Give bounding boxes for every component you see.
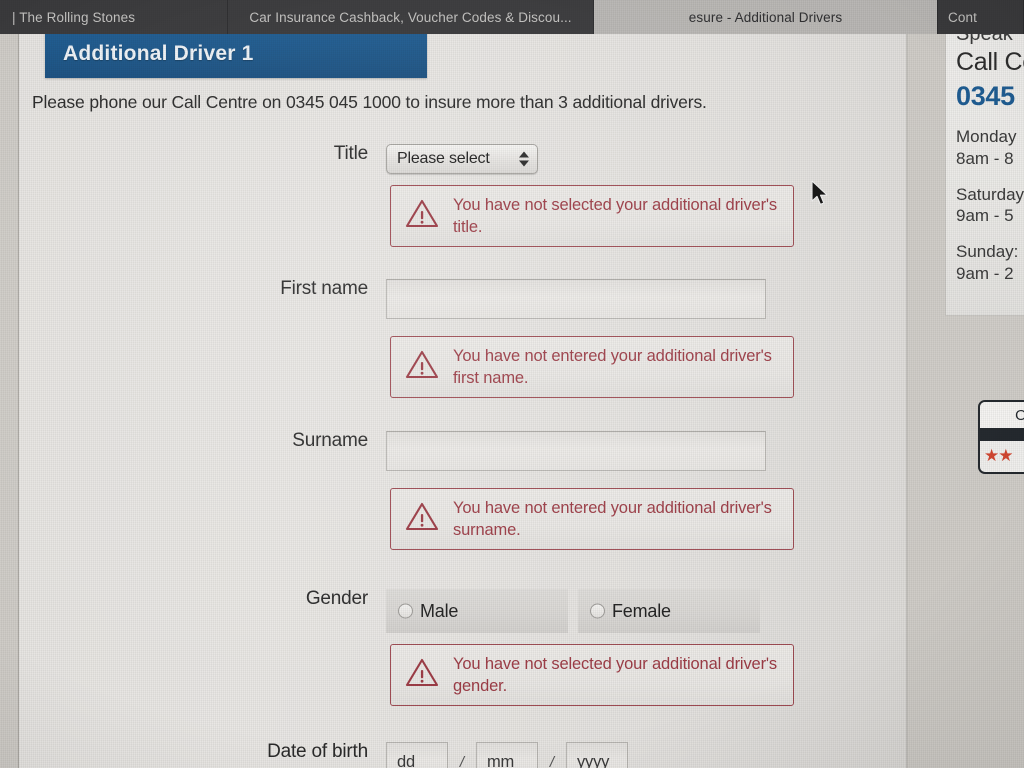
section-banner: Additional Driver 1 <box>45 30 427 78</box>
browser-tab-esure-additional-drivers[interactable]: esure - Additional Drivers <box>594 0 938 34</box>
gender-option-female[interactable]: Female <box>578 589 760 633</box>
sidebar-hours-saturday-times: 9am - 5 <box>956 206 1014 226</box>
radio-button-icon[interactable] <box>398 603 413 619</box>
review-badge-bar <box>980 428 1024 441</box>
sidebar-hours-sunday-days: Sunday: <box>956 242 1019 261</box>
browser-tab-label: Cont <box>948 9 977 25</box>
field-row-date-of-birth: Date of birth dd / mm / yyyy <box>0 742 888 768</box>
review-badge-logo: O <box>980 402 1024 428</box>
browser-tab-rolling-stones[interactable]: | The Rolling Stones <box>0 0 228 34</box>
date-of-birth-inputs: dd / mm / yyyy <box>386 742 888 768</box>
gender-options: Male Female <box>386 589 888 633</box>
call-centre-notice: Please phone our Call Centre on 0345 045… <box>32 92 707 112</box>
call-centre-sidebar: Speak Call Ce 0345 Monday 8am - 8 Saturd… <box>945 24 1024 316</box>
sidebar-hours-saturday-days: Saturday <box>956 184 1024 204</box>
error-gender: You have not selected your additional dr… <box>390 644 794 707</box>
surname-control <box>386 431 888 471</box>
sidebar-hours-weekday: Monday 8am - 8 <box>956 126 1024 170</box>
error-title: You have not selected your additional dr… <box>390 185 794 248</box>
error-surname-text: You have not entered your additional dri… <box>453 499 772 540</box>
sidebar-phone-number[interactable]: 0345 <box>956 81 1024 112</box>
browser-tab-label: | The Rolling Stones <box>12 9 136 25</box>
browser-tab-label: esure - Additional Drivers <box>688 9 843 25</box>
warning-triangle-icon <box>405 657 439 693</box>
first-name-label: First name <box>280 278 368 299</box>
warning-triangle-icon <box>405 349 439 385</box>
title-select-value: Please select <box>397 150 490 167</box>
review-badge-stars: ★★ <box>984 446 1013 465</box>
gender-option-male-label: Male <box>420 600 459 621</box>
date-separator-2: / <box>549 753 555 768</box>
date-separator-1: / <box>459 753 465 768</box>
browser-tab-label: Car Insurance Cashback, Voucher Codes & … <box>249 9 572 25</box>
browser-tab-strip: | The Rolling Stones Car Insurance Cashb… <box>0 0 1024 34</box>
date-of-birth-month-placeholder: mm <box>487 752 515 768</box>
date-of-birth-month-input[interactable]: mm <box>476 742 538 768</box>
date-of-birth-label: Date of birth <box>267 741 368 762</box>
page-title: Additional Driver 1 <box>63 42 254 65</box>
title-select[interactable]: Please select <box>386 144 538 174</box>
sidebar-hours-saturday: Saturday 9am - 5 <box>956 184 1024 228</box>
stepper-arrows-icon <box>519 151 529 167</box>
gender-option-male[interactable]: Male <box>386 589 568 633</box>
sidebar-call-centre-heading: Call Ce <box>956 48 1024 76</box>
monitor-screenshot: | The Rolling Stones Car Insurance Cashb… <box>0 0 1024 768</box>
error-surname: You have not entered your additional dri… <box>390 488 794 551</box>
sidebar-hours-weekday-days: Monday <box>956 127 1017 146</box>
browser-tab-contact[interactable]: Cont <box>938 0 1024 34</box>
error-first-name: You have not entered your additional dri… <box>390 336 794 399</box>
sidebar-hours-weekday-times: 8am - 8 <box>956 148 1014 168</box>
surname-input[interactable] <box>386 431 766 471</box>
browser-tab-car-insurance-cashback[interactable]: Car Insurance Cashback, Voucher Codes & … <box>228 0 594 34</box>
title-label: Title <box>333 143 368 164</box>
field-row-first-name: First name <box>0 279 888 319</box>
gender-option-female-label: Female <box>612 600 671 621</box>
gender-control: Male Female <box>386 589 888 633</box>
date-of-birth-day-input[interactable]: dd <box>386 742 448 768</box>
radio-button-icon[interactable] <box>590 603 605 619</box>
field-row-surname: Surname <box>0 431 888 471</box>
date-of-birth-year-placeholder: yyyy <box>577 752 610 768</box>
surname-label: Surname <box>292 430 368 451</box>
warning-triangle-icon <box>405 198 439 234</box>
review-badge[interactable]: O ★★ <box>978 400 1024 474</box>
first-name-control <box>386 279 888 319</box>
error-gender-text: You have not selected your additional dr… <box>453 655 778 696</box>
date-of-birth-control: dd / mm / yyyy <box>386 742 888 768</box>
date-of-birth-day-placeholder: dd <box>397 752 415 768</box>
title-control: Please select <box>386 144 888 174</box>
gender-label: Gender <box>305 588 368 609</box>
web-page: Additional Driver 1 Please phone our Cal… <box>0 24 1024 768</box>
field-row-title: Title Please select <box>0 144 888 174</box>
field-row-gender: Gender Male Female <box>0 589 888 633</box>
first-name-input[interactable] <box>386 279 766 319</box>
sidebar-hours-sunday-times: 9am - 2 <box>956 263 1014 283</box>
error-first-name-text: You have not entered your additional dri… <box>453 347 772 388</box>
date-of-birth-year-input[interactable]: yyyy <box>566 742 628 768</box>
content-right-edge <box>906 34 908 768</box>
error-title-text: You have not selected your additional dr… <box>453 196 778 237</box>
warning-triangle-icon <box>405 501 439 537</box>
sidebar-hours-sunday: Sunday: 9am - 2 <box>956 241 1024 285</box>
